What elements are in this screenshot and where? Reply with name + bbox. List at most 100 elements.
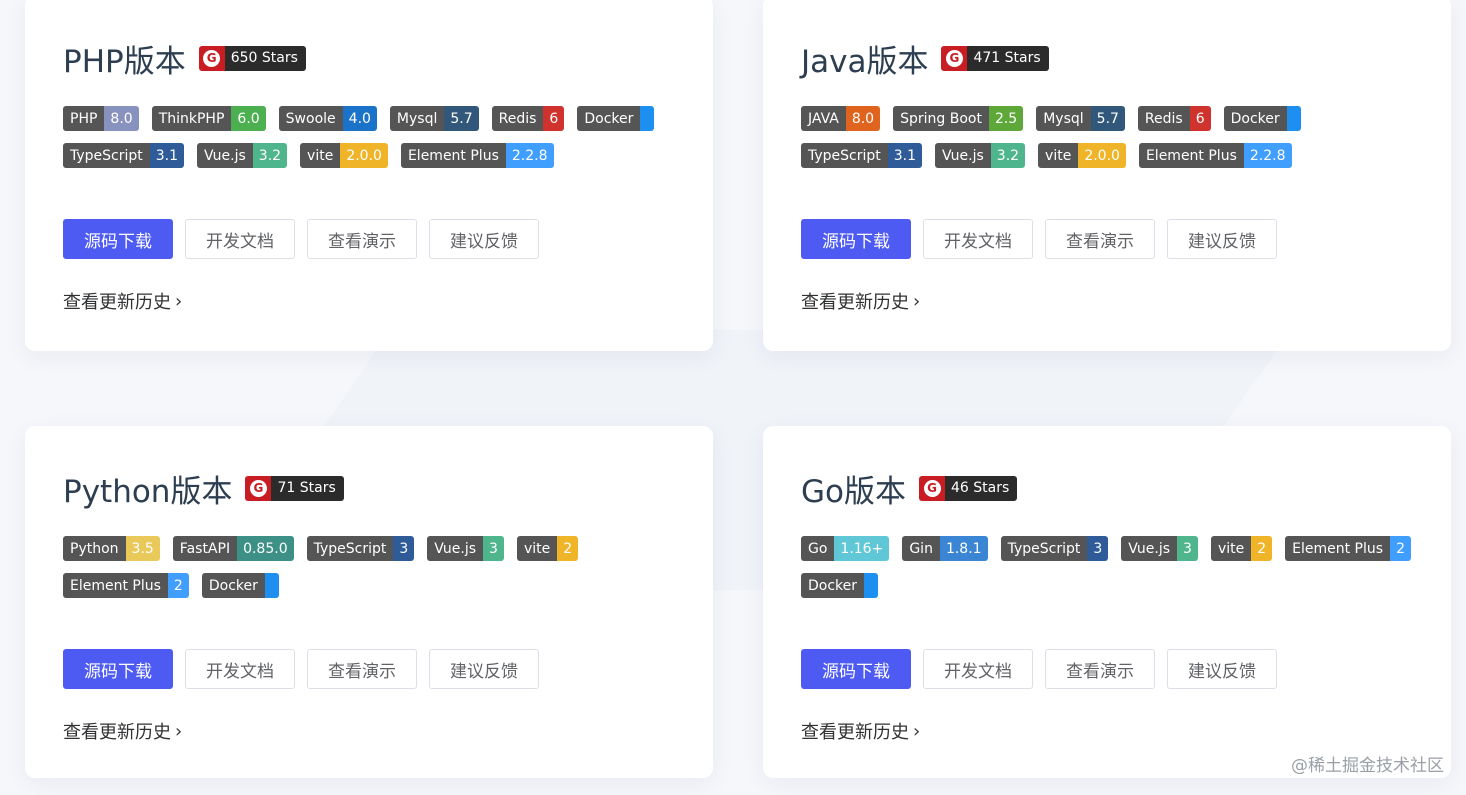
gitee-stars-badge[interactable]: G 650 Stars bbox=[198, 45, 306, 71]
tech-badge: Mysql 5.7 bbox=[389, 106, 479, 131]
docs-button[interactable]: 开发文档 bbox=[923, 219, 1033, 259]
download-button[interactable]: 源码下载 bbox=[63, 219, 173, 259]
tech-badge: Docker bbox=[201, 573, 279, 598]
badge-label: TypeScript bbox=[1000, 536, 1088, 561]
badge-value: 2.5 bbox=[988, 106, 1024, 131]
tech-badges: PHP 8.0 ThinkPHP 6.0 Swoole 4.0 Mysql 5.… bbox=[63, 106, 693, 168]
badge-label: Go bbox=[801, 536, 835, 561]
tech-badge: Gin 1.8.1 bbox=[902, 536, 988, 561]
update-history-link[interactable]: 查看更新历史 › bbox=[63, 288, 182, 314]
badge-value: 0.85.0 bbox=[237, 536, 294, 561]
badge-value: 1.16+ bbox=[834, 536, 890, 561]
demo-button[interactable]: 查看演示 bbox=[307, 219, 417, 259]
card-title: Go版本 bbox=[801, 473, 906, 510]
update-history-link[interactable]: 查看更新历史 › bbox=[63, 718, 182, 744]
badge-value: 3.1 bbox=[887, 143, 923, 168]
action-buttons: 源码下载 开发文档 查看演示 建议反馈 bbox=[801, 649, 1277, 689]
badge-value: 6 bbox=[543, 106, 565, 131]
tech-badges: JAVA 8.0 Spring Boot 2.5 Mysql 5.7 Redis… bbox=[801, 106, 1431, 168]
stars-count: 71 Stars bbox=[271, 475, 344, 501]
tech-badge: Vue.js 3 bbox=[427, 536, 504, 561]
tech-badge: Docker bbox=[577, 106, 655, 131]
tech-badge: Element Plus 2 bbox=[1285, 536, 1411, 561]
badge-label: Docker bbox=[1223, 106, 1287, 131]
badge-value bbox=[1286, 106, 1301, 131]
badge-value: 3 bbox=[483, 536, 504, 561]
badge-label: PHP bbox=[63, 106, 105, 131]
feedback-button[interactable]: 建议反馈 bbox=[429, 649, 539, 689]
badge-label: Element Plus bbox=[63, 573, 168, 598]
badge-value: 8.0 bbox=[845, 106, 881, 131]
update-history-label: 查看更新历史 bbox=[63, 292, 171, 313]
stars-count: 46 Stars bbox=[945, 475, 1018, 501]
tech-badge: Docker bbox=[1223, 106, 1301, 131]
demo-button[interactable]: 查看演示 bbox=[1045, 649, 1155, 689]
badge-label: Python bbox=[63, 536, 126, 561]
demo-button[interactable]: 查看演示 bbox=[307, 649, 417, 689]
chevron-right-icon: › bbox=[175, 290, 183, 312]
badge-value bbox=[264, 573, 279, 598]
docs-button[interactable]: 开发文档 bbox=[185, 219, 295, 259]
card-header: Java版本 G 471 Stars bbox=[801, 38, 1049, 80]
badge-label: Element Plus bbox=[400, 143, 506, 168]
docs-button[interactable]: 开发文档 bbox=[185, 649, 295, 689]
update-history-link[interactable]: 查看更新历史 › bbox=[801, 288, 920, 314]
badge-value bbox=[640, 106, 655, 131]
card-title: Python版本 bbox=[63, 473, 233, 510]
feedback-button[interactable]: 建议反馈 bbox=[429, 219, 539, 259]
feedback-button[interactable]: 建议反馈 bbox=[1167, 649, 1277, 689]
tech-badge: JAVA 8.0 bbox=[801, 106, 881, 131]
docs-button[interactable]: 开发文档 bbox=[923, 649, 1033, 689]
badge-value: 6.0 bbox=[231, 106, 266, 131]
badge-label: ThinkPHP bbox=[151, 106, 232, 131]
tech-badge: vite 2 bbox=[1210, 536, 1273, 561]
demo-button[interactable]: 查看演示 bbox=[1045, 219, 1155, 259]
tech-badge: Docker bbox=[801, 573, 879, 598]
feedback-button[interactable]: 建议反馈 bbox=[1167, 219, 1277, 259]
gitee-logo-icon: G bbox=[919, 475, 945, 501]
badge-value: 6 bbox=[1189, 106, 1211, 131]
badge-value: 3 bbox=[393, 536, 415, 561]
badge-label: TypeScript bbox=[306, 536, 394, 561]
badge-value: 3 bbox=[1177, 536, 1198, 561]
badge-label: Gin bbox=[902, 536, 940, 561]
badge-label: vite bbox=[1038, 143, 1079, 168]
tech-badges: Python 3.5 FastAPI 0.85.0 TypeScript 3 V… bbox=[63, 536, 693, 598]
download-button[interactable]: 源码下载 bbox=[801, 649, 911, 689]
tech-badge: vite 2.0.0 bbox=[300, 143, 388, 168]
tech-badge: Redis 6 bbox=[491, 106, 565, 131]
badge-label: Mysql bbox=[389, 106, 445, 131]
gitee-logo-icon: G bbox=[198, 45, 225, 71]
badge-value: 2.0.0 bbox=[340, 143, 388, 168]
gitee-stars-badge[interactable]: G 71 Stars bbox=[245, 475, 344, 501]
badge-value: 2 bbox=[1251, 536, 1273, 561]
badge-value: 5.7 bbox=[444, 106, 479, 131]
badge-label: Element Plus bbox=[1285, 536, 1391, 561]
gitee-stars-badge[interactable]: G 46 Stars bbox=[919, 475, 1018, 501]
update-history-label: 查看更新历史 bbox=[63, 722, 171, 743]
badge-value: 4.0 bbox=[342, 106, 377, 131]
tech-badge: Swoole 4.0 bbox=[278, 106, 377, 131]
tech-badge: TypeScript 3.1 bbox=[63, 143, 185, 168]
download-button[interactable]: 源码下载 bbox=[801, 219, 911, 259]
badge-value: 3.1 bbox=[149, 143, 185, 168]
badge-label: TypeScript bbox=[63, 143, 150, 168]
badge-label: Docker bbox=[201, 573, 265, 598]
tech-badge: Element Plus 2.2.8 bbox=[400, 143, 554, 168]
tech-badge: Element Plus 2 bbox=[63, 573, 189, 598]
update-history-label: 查看更新历史 bbox=[801, 292, 909, 313]
tech-badge: Spring Boot 2.5 bbox=[893, 106, 1024, 131]
update-history-link[interactable]: 查看更新历史 › bbox=[801, 718, 920, 744]
badge-label: vite bbox=[516, 536, 558, 561]
card-header: Go版本 G 46 Stars bbox=[801, 468, 1018, 510]
gitee-stars-badge[interactable]: G 471 Stars bbox=[941, 45, 1049, 71]
badge-value: 3 bbox=[1087, 536, 1109, 561]
chevron-right-icon: › bbox=[913, 720, 921, 742]
tech-badge: PHP 8.0 bbox=[63, 106, 139, 131]
watermark: @稀土掘金技术社区 bbox=[1291, 756, 1444, 776]
version-card: Go版本 G 46 Stars Go 1.16+ Gin 1.8.1 TypeS… bbox=[763, 426, 1451, 778]
download-button[interactable]: 源码下载 bbox=[63, 649, 173, 689]
badge-label: JAVA bbox=[801, 106, 846, 131]
badge-label: Vue.js bbox=[197, 143, 253, 168]
badge-label: TypeScript bbox=[801, 143, 888, 168]
